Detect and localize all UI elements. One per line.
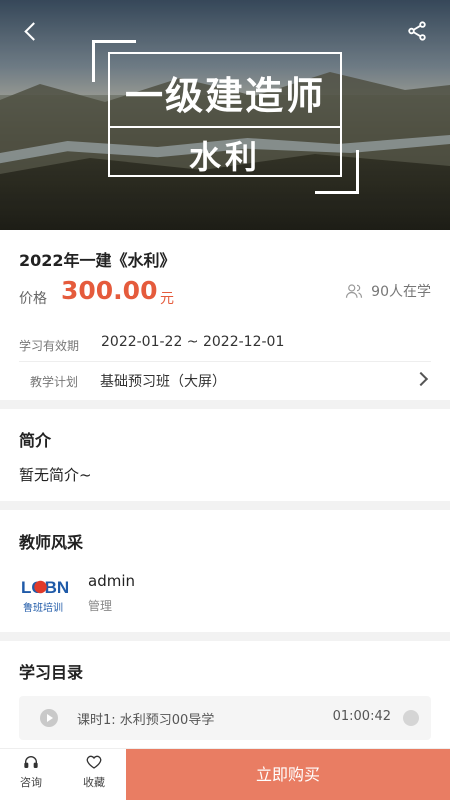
lesson-item[interactable]: 课时1: 水利预习00导学 01:00:42	[19, 696, 431, 740]
favorite-button[interactable]: 收藏	[74, 754, 114, 790]
lesson-title: 课时1: 水利预习00导学	[77, 713, 215, 728]
share-icon	[408, 21, 426, 41]
cover-title-divider	[108, 126, 342, 128]
learner-count-text: 90人在学	[371, 284, 431, 300]
intro-text: 暂无简介~	[19, 466, 92, 484]
catalog-title: 学习目录	[19, 663, 84, 682]
play-icon	[40, 709, 58, 727]
logo-subtext: 鲁班培训	[23, 601, 63, 614]
learner-count: 90人在学	[345, 281, 431, 301]
validity-label: 学习有效期	[19, 339, 80, 353]
teacher-role: 管理	[88, 599, 113, 613]
course-cover-banner: 一级建造师 水利	[0, 0, 450, 230]
price-value: 300.00	[61, 276, 158, 305]
headphones-icon	[24, 756, 38, 768]
chevron-right-icon[interactable]	[413, 371, 429, 387]
teaching-plan-value: 基础预习班（大屏）	[100, 374, 226, 390]
teacher-section: 教师风采 LOBN 鲁班培训 admin 管理	[0, 510, 450, 632]
share-button[interactable]	[400, 14, 434, 48]
validity-value: 2022-01-22 ~ 2022-12-01	[101, 334, 285, 350]
back-button[interactable]	[16, 16, 48, 48]
favorite-label: 收藏	[83, 776, 105, 789]
bottom-action-bar: 咨询 收藏 立即购买	[0, 748, 450, 800]
lesson-status-dot	[403, 710, 419, 726]
intro-section: 简介 暂无简介~	[0, 409, 450, 501]
consult-button[interactable]: 咨询	[11, 754, 51, 790]
cover-frame-corner-bottom-right	[315, 150, 359, 194]
cover-title-line2: 水利	[188, 138, 261, 176]
cover-title-line1: 一级建造师	[124, 73, 325, 118]
divider	[19, 361, 431, 362]
teacher-name: admin	[88, 572, 135, 590]
price-label: 价格	[19, 291, 47, 307]
teacher-avatar-logo: LOBN 鲁班培训	[21, 578, 69, 614]
teacher-section-title: 教师风采	[19, 533, 84, 552]
lesson-duration: 01:00:42	[332, 709, 391, 724]
teaching-plan-label: 教学计划	[30, 375, 79, 389]
buy-now-button[interactable]: 立即购买	[126, 749, 450, 800]
price-unit: 元	[160, 291, 174, 307]
heart-icon	[86, 755, 102, 769]
course-info-card: 2022年一建《水利》 价格 300.00 元 90人在学 学习有效期 2022…	[0, 230, 450, 400]
consult-label: 咨询	[20, 776, 42, 789]
intro-title: 简介	[19, 431, 52, 450]
course-title: 2022年一建《水利》	[19, 251, 176, 270]
users-icon	[346, 284, 363, 298]
